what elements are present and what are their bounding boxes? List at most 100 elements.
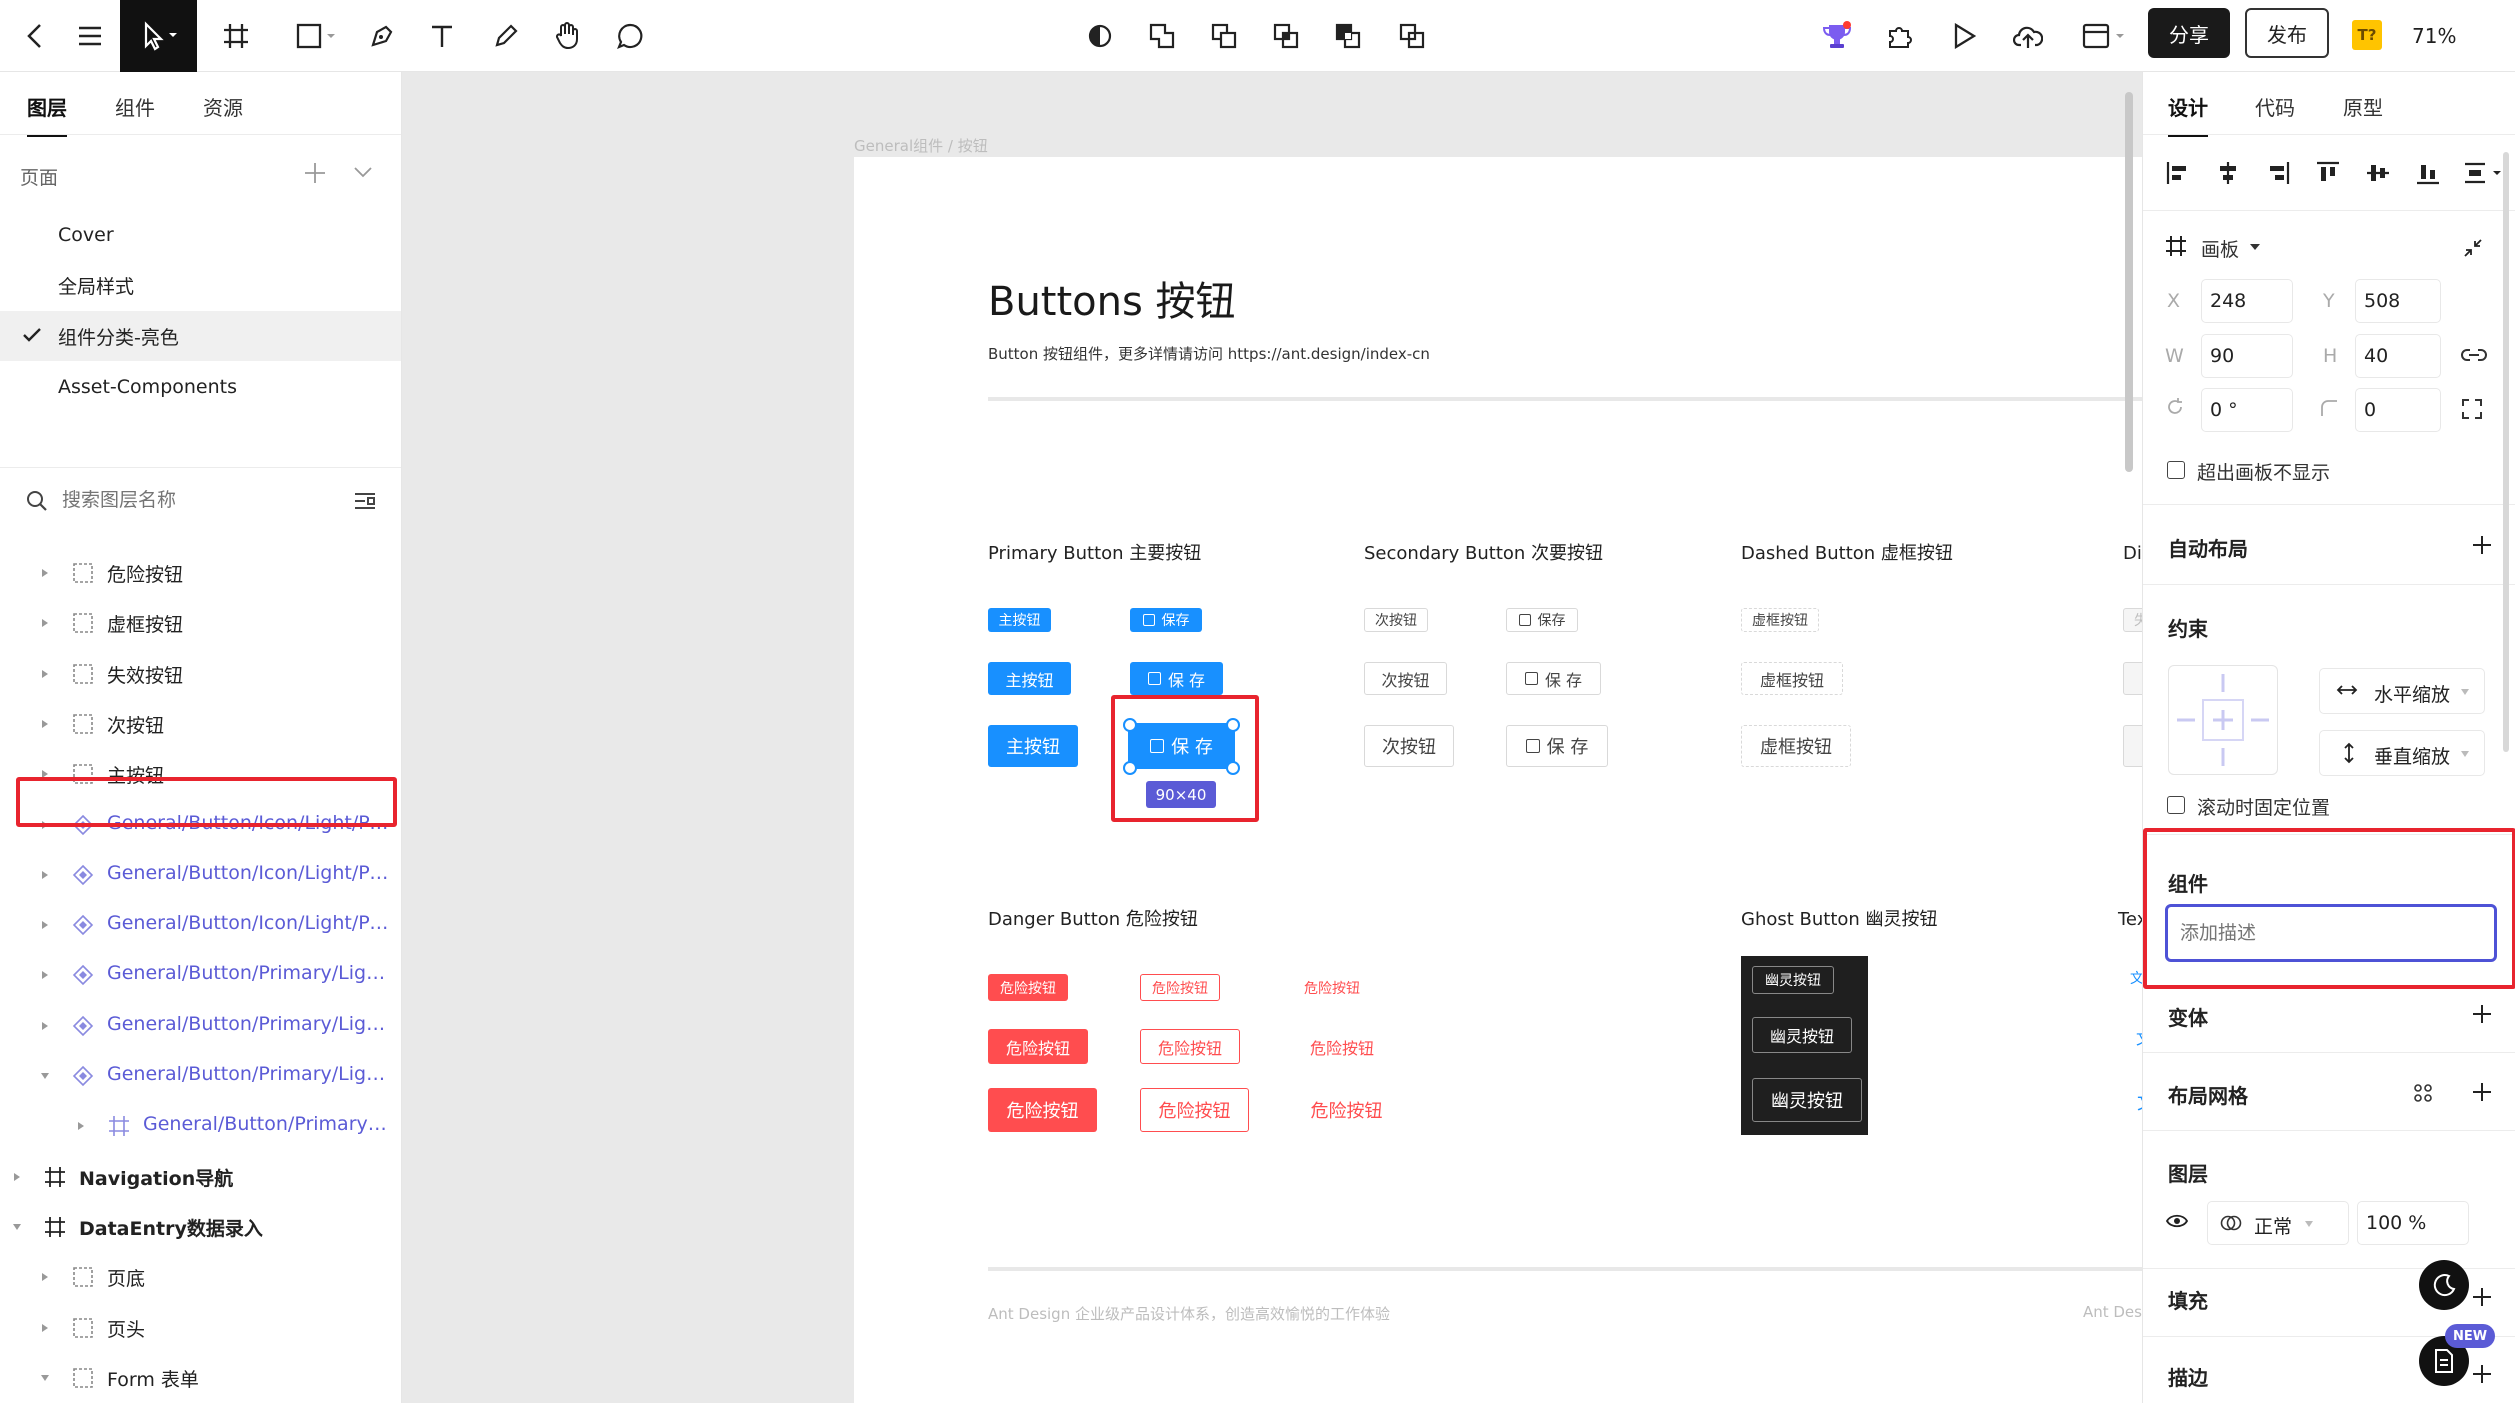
play-icon[interactable] (1942, 0, 1986, 72)
tab-components[interactable]: 组件 (115, 92, 155, 121)
add-page-icon[interactable] (302, 160, 328, 186)
subtract-icon[interactable] (1202, 0, 1246, 72)
align-middle-v-icon[interactable] (2365, 160, 2391, 186)
layer-row[interactable]: 虚框按钮 (0, 598, 401, 648)
secondary-save-button-small[interactable]: 保存 (1506, 608, 1578, 632)
danger-button-small[interactable]: 危险按钮 (988, 974, 1068, 1001)
add-stroke-icon[interactable] (2471, 1363, 2493, 1385)
secondary-save-button-large[interactable]: 保 存 (1506, 725, 1608, 767)
y-field[interactable]: 508 (2355, 279, 2441, 323)
primary-save-button-large-selected[interactable]: 保 存 (1128, 723, 1235, 769)
resize-handle[interactable] (1226, 761, 1240, 775)
layer-row[interactable]: General/Button/Primary/... (0, 1101, 401, 1151)
collapse-frame-icon[interactable] (2463, 238, 2483, 258)
layer-row[interactable]: 次按钮 (0, 699, 401, 749)
resize-handle[interactable] (1123, 718, 1137, 732)
frame-type-label[interactable]: 画板 (2201, 235, 2239, 262)
text-button-large[interactable]: 文字按钮 (2118, 1081, 2142, 1123)
secondary-button-medium[interactable]: 次按钮 (1364, 662, 1447, 695)
align-top-icon[interactable] (2315, 160, 2341, 186)
layer-row[interactable]: General/Button/Icon/Light/Pr... (0, 900, 401, 950)
caret-right-icon[interactable] (40, 1323, 50, 1333)
primary-save-button-small[interactable]: 保存 (1130, 608, 1202, 632)
dashed-button-medium[interactable]: 虚框按钮 (1741, 662, 1843, 695)
rotation-field[interactable]: 0 ° (2201, 388, 2293, 432)
layer-row[interactable]: Form 表单 (0, 1353, 401, 1403)
layer-row[interactable]: DataEntry数据录入 (0, 1202, 401, 1252)
primary-save-button-medium[interactable]: 保 存 (1130, 662, 1223, 695)
mask-icon[interactable] (1078, 0, 1122, 72)
primary-button-small[interactable]: 主按钮 (988, 608, 1051, 632)
secondary-button-small[interactable]: 次按钮 (1364, 608, 1428, 632)
add-fill-icon[interactable] (2471, 1286, 2493, 1308)
danger-text-button-large[interactable]: 危险按钮 (1292, 1088, 1401, 1132)
plugin-icon[interactable] (1878, 0, 1922, 72)
grid-styles-icon[interactable] (2413, 1083, 2433, 1103)
primary-button-medium[interactable]: 主按钮 (988, 662, 1071, 695)
caret-right-icon[interactable] (76, 1121, 86, 1131)
height-field[interactable]: 40 (2355, 334, 2441, 378)
add-layout-grid-icon[interactable] (2471, 1081, 2493, 1103)
caret-right-icon[interactable] (12, 1172, 22, 1182)
horizontal-constraint-select[interactable]: 水平缩放 (2319, 668, 2485, 714)
publish-button[interactable]: 发布 (2245, 8, 2329, 58)
tab-code[interactable]: 代码 (2255, 92, 2295, 121)
danger-text-button-medium[interactable]: 危险按钮 (1292, 1029, 1392, 1064)
dark-mode-button[interactable] (2419, 1260, 2469, 1310)
back-icon[interactable] (10, 0, 60, 72)
caret-right-icon[interactable] (40, 870, 50, 880)
caret-right-icon[interactable] (40, 820, 50, 830)
zoom-level[interactable]: 71% (2412, 0, 2456, 72)
caret-right-icon[interactable] (40, 920, 50, 930)
caret-right-icon[interactable] (40, 568, 50, 578)
layer-row[interactable]: 页底 (0, 1252, 401, 1302)
layer-row[interactable]: 危险按钮 (0, 548, 401, 598)
caret-right-icon[interactable] (40, 719, 50, 729)
resize-handle[interactable] (1123, 761, 1137, 775)
flatten-icon[interactable] (1390, 0, 1434, 72)
tab-prototype[interactable]: 原型 (2343, 92, 2383, 121)
caret-down-icon[interactable] (2249, 242, 2261, 252)
intersect-icon[interactable] (1264, 0, 1308, 72)
avatar[interactable]: T? (2352, 20, 2382, 50)
danger-outline-button-medium[interactable]: 危险按钮 (1140, 1029, 1240, 1064)
independent-corners-icon[interactable] (2461, 398, 2483, 420)
width-field[interactable]: 90 (2201, 334, 2293, 378)
constraint-widget[interactable] (2168, 665, 2278, 775)
x-field[interactable]: 248 (2201, 279, 2293, 323)
caret-right-icon[interactable] (40, 970, 50, 980)
primary-button-large[interactable]: 主按钮 (988, 725, 1078, 767)
eye-icon[interactable] (2165, 1212, 2189, 1230)
layout-toggle-icon[interactable] (2074, 0, 2134, 72)
caret-right-icon[interactable] (40, 769, 50, 779)
fixed-scroll-checkbox[interactable] (2167, 796, 2185, 814)
layer-row[interactable]: General/Button/Icon/Light/Pr... (0, 800, 401, 850)
resize-handle[interactable] (1226, 718, 1240, 732)
lock-ratio-icon[interactable] (2461, 346, 2487, 364)
align-bottom-icon[interactable] (2415, 160, 2441, 186)
blend-mode-select[interactable]: 正常 (2207, 1201, 2349, 1245)
text-button-medium[interactable]: 文字按钮 (2118, 1019, 2142, 1054)
corner-radius-field[interactable]: 0 (2355, 388, 2441, 432)
tab-design[interactable]: 设计 (2168, 92, 2208, 137)
text-button-small[interactable]: 文字按钮 (2118, 964, 2142, 992)
rectangle-tool-icon[interactable] (288, 0, 344, 72)
add-variant-icon[interactable] (2471, 1003, 2493, 1025)
pen-tool-icon[interactable] (360, 0, 404, 72)
danger-text-button-small[interactable]: 危险按钮 (1292, 974, 1372, 1001)
caret-right-icon[interactable] (40, 1021, 50, 1031)
layer-row[interactable]: General/Button/Icon/Light/Pr... (0, 850, 401, 900)
artboard[interactable]: Buttons 按钮 Button 按钮组件，更多详情请访问 https://a… (854, 157, 2142, 1403)
frame-tool-icon[interactable] (212, 0, 260, 72)
hand-tool-icon[interactable] (546, 0, 590, 72)
artboard-caption[interactable]: General组件 / 按钮 (854, 135, 988, 156)
caret-down-icon[interactable] (40, 1373, 50, 1383)
layer-search-input[interactable] (62, 482, 342, 518)
pencil-tool-icon[interactable] (484, 0, 528, 72)
clip-content-checkbox[interactable] (2167, 461, 2185, 479)
ghost-button-medium[interactable]: 幽灵按钮 (1752, 1017, 1852, 1053)
tab-assets[interactable]: 资源 (203, 92, 243, 121)
trophy-icon[interactable] (1815, 0, 1859, 72)
page-item[interactable]: 全局样式 (0, 260, 401, 310)
danger-button-large[interactable]: 危险按钮 (988, 1088, 1097, 1132)
